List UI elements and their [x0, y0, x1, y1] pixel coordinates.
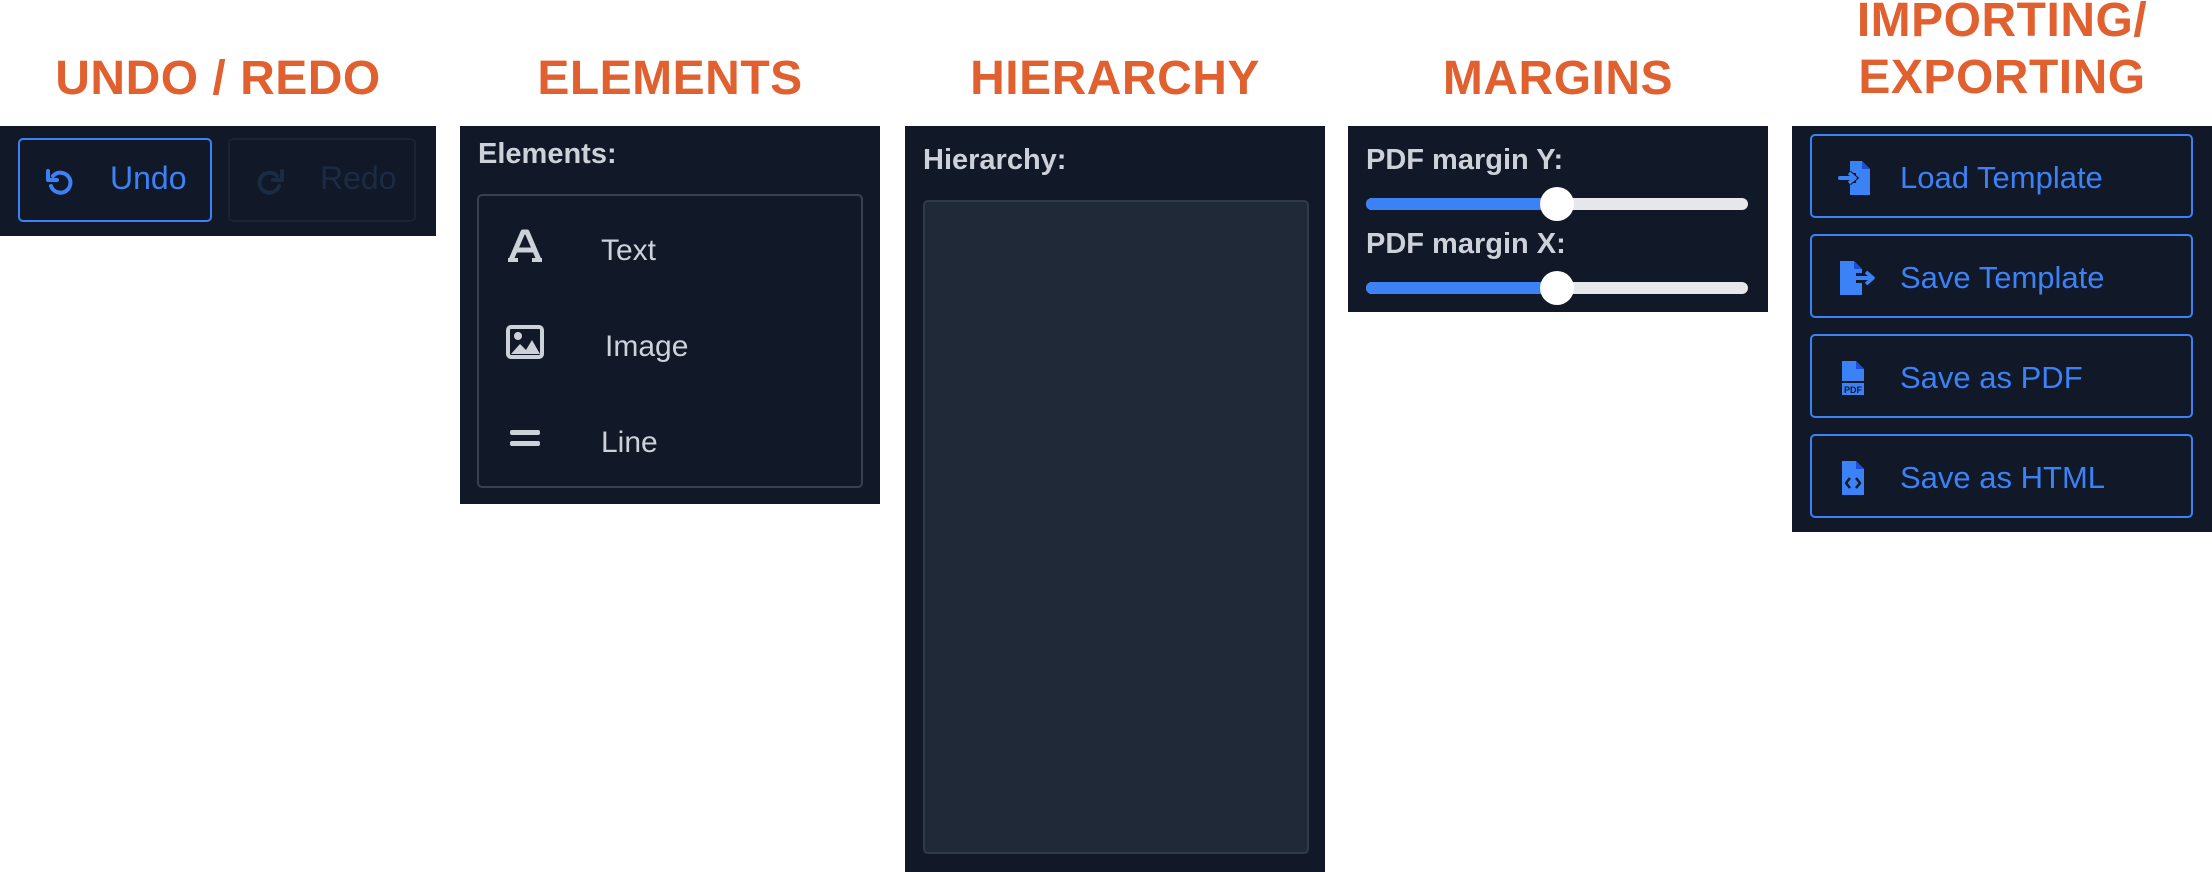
elements-title: Elements: — [478, 138, 617, 170]
import-export-panel: Load Template Save Template PDF Save as … — [1792, 126, 2212, 532]
file-code-icon — [1842, 461, 1864, 495]
element-label-image: Image — [605, 330, 689, 363]
element-item-image[interactable]: Image — [479, 300, 861, 390]
redo-button[interactable]: Redo — [228, 138, 416, 222]
save-as-pdf-label: Save as PDF — [1900, 360, 2083, 395]
hierarchy-heading: HIERARCHY — [970, 52, 1260, 105]
redo-label: Redo — [320, 160, 397, 196]
elements-heading: ELEMENTS — [537, 52, 803, 105]
elements-list: Text Image Line — [477, 194, 863, 488]
margins-heading: MARGINS — [1442, 52, 1674, 105]
save-template-button[interactable]: Save Template — [1810, 234, 2193, 318]
import-export-heading-line2: EXPORTING — [1858, 51, 2146, 104]
save-as-html-label: Save as HTML — [1900, 460, 2106, 495]
save-template-label: Save Template — [1900, 260, 2105, 295]
file-pdf-icon: PDF — [1842, 361, 1864, 395]
save-as-html-button[interactable]: Save as HTML — [1810, 434, 2193, 518]
hierarchy-tree[interactable] — [923, 200, 1309, 854]
margin-x-slider-thumb[interactable] — [1540, 271, 1574, 305]
rotate-ccw-icon — [46, 169, 73, 195]
margin-y-slider-thumb[interactable] — [1540, 187, 1574, 221]
equals-icon — [510, 430, 540, 446]
margin-x-slider-fill — [1366, 282, 1557, 294]
undo-redo-panel: Undo Redo — [0, 126, 436, 236]
svg-text:PDF: PDF — [1844, 385, 1863, 395]
margin-y-slider-fill — [1366, 198, 1557, 210]
file-import-icon — [1838, 161, 1870, 195]
element-item-text[interactable]: Text — [479, 204, 861, 294]
undo-button[interactable]: Undo — [18, 138, 212, 222]
save-as-pdf-button[interactable]: PDF Save as PDF — [1810, 334, 2193, 418]
margin-x-label: PDF margin X: — [1366, 228, 1566, 260]
undo-label: Undo — [110, 160, 187, 196]
font-icon — [508, 229, 542, 262]
margins-panel: PDF margin Y: PDF margin X: — [1348, 126, 1768, 312]
elements-panel: Elements: Text Image Line — [460, 126, 880, 504]
hierarchy-title: Hierarchy: — [923, 144, 1067, 176]
load-template-label: Load Template — [1900, 160, 2103, 195]
import-export-heading: IMPORTING/ EXPORTING — [1792, 0, 2212, 106]
hierarchy-panel: Hierarchy: — [905, 126, 1325, 872]
margin-x-slider[interactable] — [1366, 271, 1748, 305]
import-export-heading-line1: IMPORTING/ — [1856, 0, 2148, 47]
element-item-line[interactable]: Line — [479, 396, 861, 486]
margin-y-label: PDF margin Y: — [1366, 144, 1564, 176]
file-export-icon — [1840, 261, 1875, 295]
load-template-button[interactable]: Load Template — [1810, 134, 2193, 218]
image-icon — [506, 325, 544, 359]
element-label-line: Line — [601, 426, 658, 459]
undo-redo-heading: UNDO / REDO — [55, 52, 381, 105]
margin-y-slider[interactable] — [1366, 187, 1748, 221]
element-label-text: Text — [601, 234, 657, 267]
rotate-cw-icon — [257, 169, 284, 195]
